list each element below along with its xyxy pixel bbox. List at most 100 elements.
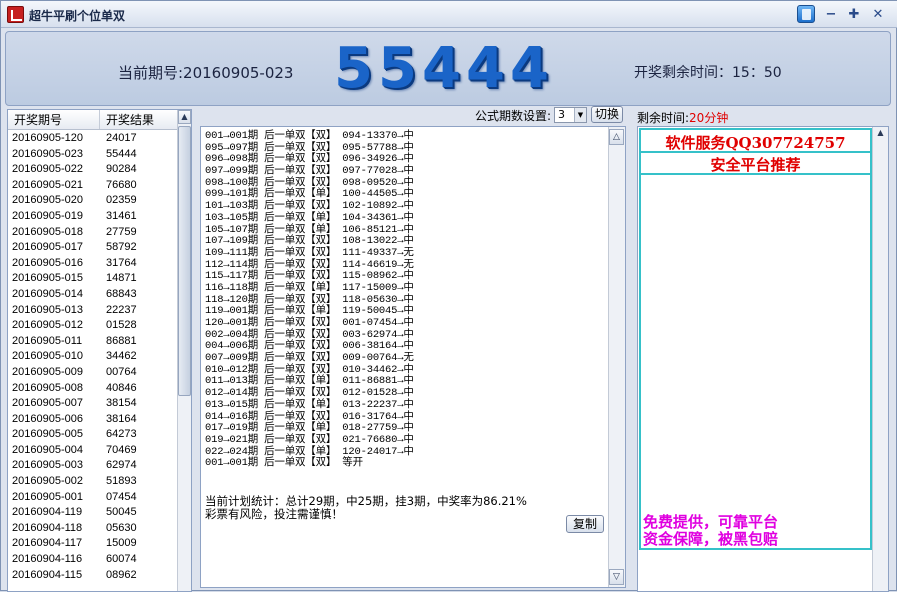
table-row[interactable]: 20160905-003 62974 <box>8 458 178 474</box>
ad-box: 软件服务QQ307724757 安全平台推荐 免费提供，可靠平台 资金保障，被黑… <box>639 128 872 550</box>
service-contact[interactable]: 软件服务QQ307724757 <box>641 132 870 153</box>
table-row[interactable]: 20160905-009 00764 <box>8 365 178 381</box>
switch-button[interactable]: 切换 <box>591 106 623 123</box>
table-row[interactable]: 20160904-115 08962 <box>8 568 178 584</box>
period-cell: 20160905-006 <box>12 412 83 425</box>
result-cell: 64273 <box>106 428 137 441</box>
history-list[interactable]: 开奖期号 开奖结果 20160905-120 24017 20160905-023 5… <box>7 109 192 592</box>
result-cell: 31461 <box>106 209 137 222</box>
period-cell: 20160905-009 <box>12 365 83 378</box>
result-cell: 40846 <box>106 381 137 394</box>
history-scrollbar[interactable]: ▲ <box>177 110 191 591</box>
period-cell: 20160905-022 <box>12 163 83 176</box>
period-cell: 20160905-016 <box>12 256 83 269</box>
scroll-down-icon[interactable]: ▽ <box>609 569 624 585</box>
table-row[interactable]: 20160905-013 22237 <box>8 303 178 319</box>
close-button[interactable]: ✕ <box>870 7 886 22</box>
period-cell: 20160905-011 <box>12 334 83 347</box>
period-cell: 20160905-005 <box>12 428 83 441</box>
promo-line: 资金保障，被黑包赔 <box>643 530 779 548</box>
table-row[interactable]: 20160905-011 86881 <box>8 334 178 350</box>
result-cell: 27759 <box>106 225 137 238</box>
result-cell: 38154 <box>106 397 137 410</box>
ad-scrollbar[interactable]: ▲ <box>872 127 888 591</box>
result-cell: 58792 <box>106 241 137 254</box>
table-row[interactable]: 20160905-007 38154 <box>8 396 178 412</box>
minimize-button[interactable]: − <box>823 7 839 22</box>
column-header-result[interactable]: 开奖结果 <box>100 110 178 129</box>
result-cell: 68843 <box>106 287 137 300</box>
table-row[interactable]: 20160905-017 58792 <box>8 240 178 256</box>
result-cell: 55444 <box>106 147 137 160</box>
table-row[interactable]: 20160905-019 31461 <box>8 209 178 225</box>
remaining-time: 剩余时间:20分钟 <box>637 109 728 126</box>
scroll-up-icon[interactable]: △ <box>609 129 624 145</box>
table-row[interactable]: 20160905-001 07454 <box>8 490 178 506</box>
table-row[interactable]: 20160905-008 40846 <box>8 381 178 397</box>
copy-button[interactable]: 复制 <box>566 515 604 533</box>
scroll-up-icon[interactable]: ▲ <box>178 110 191 124</box>
table-row[interactable]: 20160905-120 24017 <box>8 131 178 147</box>
table-row[interactable]: 20160905-012 01528 <box>8 318 178 334</box>
period-cell: 20160904-118 <box>12 521 83 534</box>
table-row[interactable]: 20160905-014 68843 <box>8 287 178 303</box>
divider <box>641 173 870 175</box>
draw-digits: 5 5 4 4 4 <box>334 36 549 101</box>
period-cell: 20160905-001 <box>12 490 83 503</box>
table-row[interactable]: 20160905-005 64273 <box>8 427 178 443</box>
table-row[interactable]: 20160905-022 90284 <box>8 162 178 178</box>
risk-warning: 彩票有风险，投注需谨慎！ <box>205 507 343 521</box>
draw-digit: 5 <box>334 36 373 101</box>
table-row[interactable]: 20160905-016 31764 <box>8 256 178 272</box>
result-cell: 07454 <box>106 490 137 503</box>
period-setting-label: 公式期数设置: <box>475 109 552 123</box>
platform-recommend[interactable]: 安全平台推荐 <box>641 154 870 175</box>
table-row[interactable]: 20160904-117 15009 <box>8 536 178 552</box>
period-cell: 20160905-120 <box>12 132 83 144</box>
period-cell: 20160904-117 <box>12 537 83 550</box>
remaining-time-value: 20分钟 <box>689 111 729 125</box>
maximize-button[interactable]: ✚ <box>846 7 862 22</box>
period-cell: 20160905-021 <box>12 178 83 191</box>
table-row[interactable]: 20160904-116 60074 <box>8 552 178 568</box>
plan-line: 116→118期 后一单双【单】 117-15009→中 <box>205 281 414 294</box>
plan-scrollbar[interactable]: △ ▽ <box>608 127 625 587</box>
table-row[interactable]: 20160905-006 38164 <box>8 412 178 428</box>
result-cell: 38164 <box>106 412 137 425</box>
scroll-thumb[interactable] <box>178 126 191 396</box>
period-cell: 20160904-116 <box>12 553 83 566</box>
plan-line: 019→021期 后一单双【双】 021-76680→中 <box>205 433 414 446</box>
table-row[interactable]: 20160905-010 34462 <box>8 349 178 365</box>
period-cell: 20160905-018 <box>12 225 83 238</box>
period-cell: 20160905-002 <box>12 475 83 488</box>
chevron-down-icon[interactable]: ▼ <box>574 108 586 122</box>
column-header-period[interactable]: 开奖期号 <box>8 110 100 129</box>
draw-header: 当前期号:20160905-023 5 5 4 4 4 开奖剩余时间：15：50 <box>5 31 891 106</box>
skin-icon[interactable] <box>797 5 815 23</box>
table-row[interactable]: 20160905-021 76680 <box>8 178 178 194</box>
period-cell: 20160905-013 <box>12 303 83 316</box>
result-cell: 76680 <box>106 178 137 191</box>
period-setting-select[interactable]: 3 ▼ <box>554 107 587 123</box>
table-row[interactable]: 20160905-020 02359 <box>8 193 178 209</box>
title-bar[interactable]: 超牛平刷个位单双 − ✚ ✕ <box>1 1 897 28</box>
table-row[interactable]: 20160905-023 55444 <box>8 147 178 163</box>
result-cell: 05630 <box>106 521 137 534</box>
plan-output[interactable]: 001→001期 后一单双【双】 094-13370→中 095→097期 后一单… <box>200 126 626 588</box>
period-cell: 20160905-010 <box>12 350 83 363</box>
table-row[interactable]: 20160905-015 14871 <box>8 271 178 287</box>
table-row[interactable]: 20160905-018 27759 <box>8 225 178 241</box>
table-row[interactable]: 20160905-004 70469 <box>8 443 178 459</box>
scroll-up-icon[interactable]: ▲ <box>873 127 888 141</box>
plan-line: 120→001期 后一单双【双】 001-07454→中 <box>205 317 414 329</box>
current-period-label: 当前期号:20160905-023 <box>118 64 294 82</box>
table-row[interactable]: 20160904-118 05630 <box>8 521 178 537</box>
table-row[interactable]: 20160904-119 50045 <box>8 505 178 521</box>
period-cell: 20160905-017 <box>12 241 83 254</box>
result-cell: 22237 <box>106 303 137 316</box>
period-cell: 20160905-003 <box>12 459 83 472</box>
period-cell: 20160905-019 <box>12 209 83 222</box>
draw-digit: 4 <box>422 36 461 101</box>
result-cell: 24017 <box>106 132 137 144</box>
table-row[interactable]: 20160905-002 51893 <box>8 474 178 490</box>
